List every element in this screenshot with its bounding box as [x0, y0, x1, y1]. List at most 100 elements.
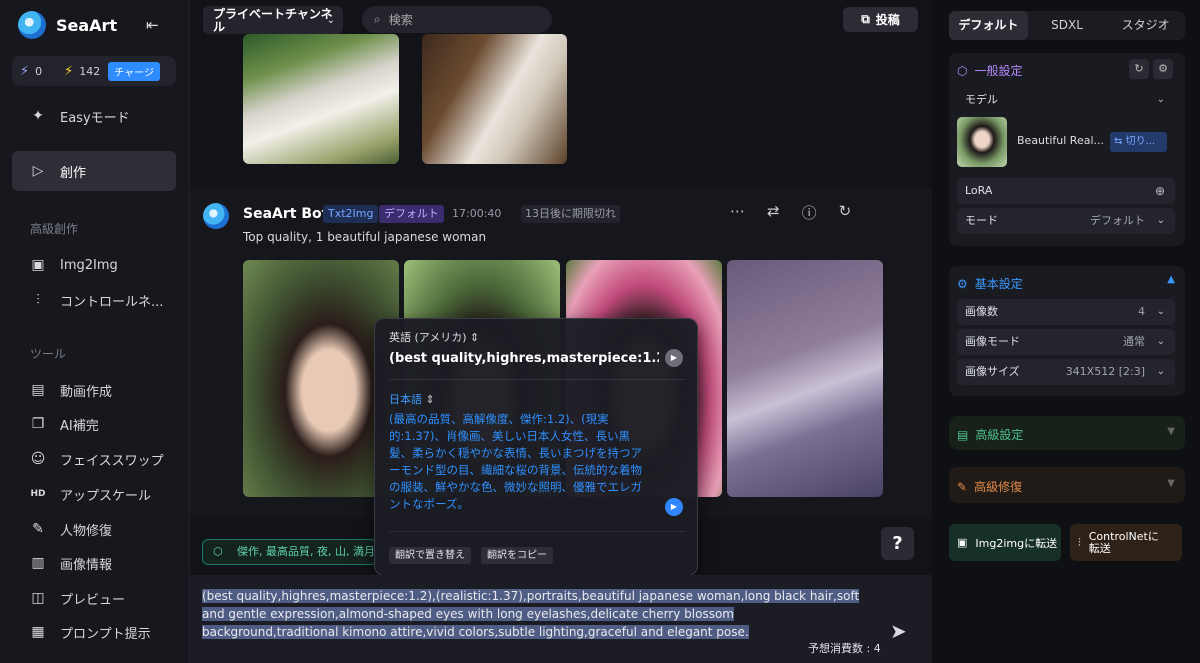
nav-controlnet[interactable]: ⫶ コントロールネ...	[12, 280, 176, 320]
nav-label: 動画作成	[60, 384, 113, 400]
nav-label: プレビュー	[60, 592, 126, 608]
hd-icon: HD	[30, 489, 46, 499]
generated-image-4[interactable]	[727, 260, 883, 497]
regenerate-icon[interactable]: ↻	[839, 202, 852, 223]
tab-default[interactable]: デフォルト	[949, 11, 1028, 40]
image-mode-select[interactable]: 画像モード 通常 ⌄	[957, 329, 1175, 355]
previous-image-1[interactable]	[243, 34, 399, 164]
advanced-settings-card[interactable]: ▤ 高級設定 ▼	[949, 416, 1185, 450]
send-to-controlnet-button[interactable]: ⫶ ControlNetに転送	[1070, 524, 1182, 561]
refresh-icon[interactable]: ↻	[1129, 59, 1149, 79]
basic-settings-title[interactable]: ⚙ 基本設定	[957, 275, 1023, 292]
chevron-down-icon: ▼	[1167, 478, 1175, 489]
mode-label: モード	[965, 214, 998, 227]
chevron-up-icon[interactable]: ▲	[1167, 274, 1175, 285]
copy-translation-button[interactable]: 翻訳をコピー	[481, 547, 553, 564]
sparkle-icon: ✦	[32, 108, 44, 124]
send-icon[interactable]: ➤	[890, 619, 907, 643]
advanced-settings-label: 高級設定	[975, 428, 1024, 442]
replace-with-translation-button[interactable]: 翻訳で置き替え	[389, 547, 471, 564]
send-to-img2img-button[interactable]: ▣ Img2imgに転送	[949, 524, 1061, 561]
more-icon[interactable]: ⋯	[730, 202, 745, 223]
chip-label: 傑作, 最高品質, 夜, 山, 満月,	[237, 545, 377, 558]
channel-select[interactable]: プライベートチャンネル ⌄	[203, 6, 343, 34]
selected-prompt-text: (best quality,highres,masterpiece:1.2),(…	[202, 589, 860, 639]
bolt-count: 142	[79, 64, 101, 78]
nav-label: Easyモード	[60, 110, 130, 126]
prompt-input-area[interactable]: (best quality,highres,masterpiece:1.2),(…	[190, 575, 932, 663]
search-input[interactable]: ⌕ 検索	[362, 6, 552, 33]
nav-easy-mode[interactable]: ✦ Easyモード	[12, 96, 176, 136]
nav-label: プロンプト提示	[60, 626, 151, 642]
target-language-select[interactable]: 日本語 ⇕	[389, 391, 435, 407]
nav-create[interactable]: ▷ 創作	[12, 151, 176, 191]
face-icon: ☺	[30, 451, 46, 467]
charge-button[interactable]: チャージ	[108, 61, 160, 81]
switch-model-button[interactable]: ⇆ 切り...	[1110, 132, 1167, 152]
lora-row[interactable]: LoRA ⊕	[957, 178, 1175, 204]
bolt-icon: ⚡	[64, 63, 74, 79]
post-button[interactable]: ⧉ 投稿	[843, 7, 918, 32]
play-source-icon[interactable]: ▶	[665, 349, 683, 367]
chevron-down-icon: ⌄	[1156, 336, 1165, 347]
model-name: Beautiful Real...	[1017, 134, 1104, 147]
chevron-down-icon: ⌄	[1156, 94, 1165, 105]
chevron-down-icon: ⌄	[1156, 306, 1165, 317]
nav-label: コントロールネ...	[60, 294, 164, 310]
wrench-icon: ✎	[32, 521, 44, 537]
preview-icon: ◫	[31, 590, 45, 606]
image-mode-label: 画像モード	[965, 335, 1020, 348]
collapse-sidebar-icon[interactable]: ⇤	[146, 16, 159, 34]
general-settings-title[interactable]: ⬡ 一般設定	[957, 62, 1023, 79]
source-text: (best quality,highres,masterpiece:1.2),(…	[389, 351, 659, 366]
nav-upscale[interactable]: HD アップスケール	[12, 474, 176, 514]
translate-icon[interactable]: ⇄	[767, 202, 780, 223]
chevron-updown-icon: ⇕	[470, 331, 480, 344]
divider	[389, 379, 685, 380]
advanced-settings-title: ▤ 高級設定	[957, 426, 1023, 443]
chevron-down-icon: ▼	[1167, 426, 1175, 437]
info-icon[interactable]: ⓘ	[802, 202, 817, 223]
message-actions: ⋯ ⇄ ⓘ ↻	[730, 202, 851, 223]
nav-label: AI補完	[60, 418, 99, 434]
tab-studio[interactable]: スタジオ	[1106, 11, 1185, 40]
plus-icon[interactable]: ⊕	[1155, 178, 1165, 204]
mode-select[interactable]: モード デフォルト ⌄	[957, 208, 1175, 234]
lora-label: LoRA	[965, 184, 993, 197]
nav-ai-fill[interactable]: ❐ AI補完	[12, 404, 176, 444]
previous-image-2[interactable]	[422, 34, 567, 164]
tab-sdxl[interactable]: SDXL	[1028, 11, 1107, 40]
bot-avatar	[203, 203, 229, 229]
seaart-logo	[18, 11, 46, 39]
image-size-select[interactable]: 画像サイズ 341X512 [2:3] ⌄	[957, 359, 1175, 385]
prompt-icon: ▦	[31, 624, 45, 640]
chat-area: プライベートチャンネル ⌄ ⌕ 検索 ⧉ 投稿 SeaArt Bot Txt2I…	[190, 0, 932, 663]
image-icon: ▣	[957, 536, 968, 549]
estimated-cost: 予想消費数 : 4	[808, 642, 881, 655]
prompt-chip[interactable]: ⬡ 傑作, 最高品質, 夜, 山, 満月,	[202, 539, 377, 565]
brand[interactable]: SeaArt	[18, 11, 117, 39]
model-select[interactable]: モデル ⌄	[957, 87, 1175, 113]
image-mode-value: 通常	[1123, 335, 1145, 348]
prompt-textarea[interactable]: (best quality,highres,masterpiece:1.2),(…	[202, 587, 874, 641]
chevron-down-icon: ⌄	[326, 15, 335, 26]
left-sidebar: SeaArt ⇤ ⚡ 0 ⚡ 142 チャージ ✦ Easyモード ▷ 創作 高…	[0, 0, 190, 663]
model-thumbnail[interactable]	[957, 117, 1007, 167]
help-button[interactable]: ?	[881, 527, 914, 560]
play-translation-icon[interactable]: ▶	[665, 498, 683, 516]
chevron-down-icon: ⌄	[1156, 215, 1165, 226]
image-count-select[interactable]: 画像数 4 ⌄	[957, 299, 1175, 325]
nav-img2img[interactable]: ▣ Img2Img	[12, 245, 176, 285]
nav-image-info[interactable]: ▥ 画像情報	[12, 543, 176, 583]
settings-panel: デフォルト SDXL スタジオ ⬡ 一般設定 ↻ ⚙ モデル ⌄ Beautif…	[932, 0, 1200, 663]
advanced-repair-card[interactable]: ✎ 高級修復 ▼	[949, 467, 1185, 503]
nav-prompt-hint[interactable]: ▦ プロンプト提示	[12, 612, 176, 652]
section-tools: ツール	[30, 347, 67, 361]
nav-face-swap[interactable]: ☺ フェイススワップ	[12, 439, 176, 479]
basic-settings-label: 基本設定	[974, 277, 1023, 291]
general-settings-card: ⬡ 一般設定 ↻ ⚙ モデル ⌄ Beautiful Real... ⇆ 切り.…	[949, 53, 1185, 246]
video-icon: ▤	[31, 382, 45, 398]
gear-icon[interactable]: ⚙	[1153, 59, 1173, 79]
source-language-select[interactable]: 英語 (アメリカ) ⇕	[389, 329, 479, 345]
sliders-icon: ⫶	[36, 292, 40, 308]
